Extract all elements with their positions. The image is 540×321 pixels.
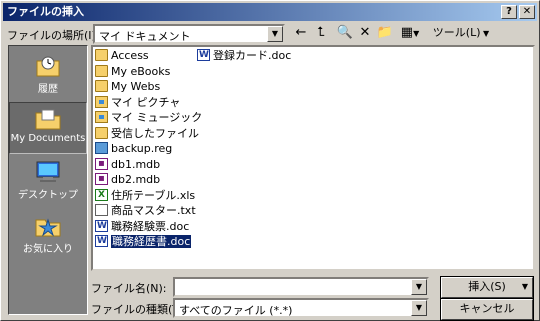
file-list-item[interactable]: 職務経歴書.doc — [95, 233, 192, 250]
pic-file-icon — [95, 111, 108, 123]
xls-file-icon — [95, 187, 108, 203]
delete-icon[interactable]: ✕ — [355, 24, 375, 42]
file-list-item[interactable]: 登録カード.doc — [197, 47, 292, 64]
up-folder-icon[interactable]: ⮤ — [311, 24, 331, 42]
tools-menu[interactable]: ツール(L) ▼ — [429, 24, 493, 42]
file-name: 受信したファイル — [111, 126, 199, 140]
my-documents-icon — [35, 109, 61, 130]
mdb-file-icon — [95, 156, 108, 172]
txt-file-icon — [95, 204, 108, 216]
file-list-item[interactable]: マイ ミュージック — [95, 110, 202, 126]
file-name: Access — [111, 49, 149, 62]
views-icon[interactable]: ▦▼ — [397, 24, 423, 42]
place-my-documents[interactable]: My Documents — [9, 102, 87, 154]
places-bar: 履歴 My Documents デスクトップ お気に入り — [8, 45, 88, 315]
desktop-icon — [36, 161, 60, 182]
file-name: backup.reg — [111, 142, 173, 155]
lookin-label: ファイルの場所(I): — [7, 29, 100, 42]
favorites-icon — [35, 218, 61, 237]
help-button[interactable]: ? — [501, 5, 517, 19]
file-list-item[interactable]: 住所テーブル.xls — [95, 187, 196, 204]
folder-file-icon — [95, 64, 108, 77]
chevron-down-icon[interactable]: ▼ — [267, 26, 283, 42]
file-list-item[interactable]: My eBooks — [95, 64, 170, 80]
file-list-item[interactable]: 商品マスター.txt — [95, 203, 196, 219]
title-bar: ファイルの挿入 ? ✕ — [3, 3, 537, 21]
file-name: My Webs — [111, 80, 161, 93]
folder-file-icon — [95, 49, 108, 61]
file-list[interactable]: Access My eBooks My Webs マイ ピクチャマイ ミュージック 受信… — [91, 45, 535, 271]
file-name: 登録カード.doc — [213, 49, 292, 62]
new-folder-icon[interactable]: 📁 — [375, 24, 395, 42]
filetype-value: すべてのファイル (*.*) — [179, 304, 293, 317]
file-list-item[interactable]: Access — [95, 48, 149, 64]
file-name: db1.mdb — [111, 157, 161, 171]
filename-input[interactable]: ▼ — [173, 277, 429, 297]
file-list-item[interactable]: マイ ピクチャ — [95, 95, 180, 111]
file-list-item[interactable]: My Webs — [95, 79, 160, 95]
history-icon — [36, 56, 60, 77]
place-history[interactable]: 履歴 — [9, 50, 87, 102]
file-name: My eBooks — [111, 64, 171, 78]
doc-file-icon — [95, 218, 108, 234]
mdb-file-icon — [95, 171, 108, 187]
search-web-icon[interactable]: 🔍 — [335, 24, 355, 42]
reg-file-icon — [95, 142, 108, 154]
pic-file-icon — [95, 95, 108, 108]
file-name: マイ ピクチャ — [111, 95, 181, 109]
file-list-item[interactable]: 受信したファイル — [95, 126, 199, 142]
close-button[interactable]: ✕ — [519, 5, 535, 19]
place-favorites[interactable]: お気に入り — [9, 210, 87, 262]
filename-label: ファイル名(N): — [91, 282, 167, 295]
place-desktop[interactable]: デスクトップ — [9, 156, 87, 208]
lookin-value: マイ ドキュメント — [99, 30, 191, 43]
file-name: 住所テーブル.xls — [111, 188, 196, 202]
doc-file-icon — [95, 233, 108, 249]
folder-file-icon — [95, 126, 108, 139]
chevron-down-icon[interactable]: ▼ — [411, 300, 427, 316]
file-name: マイ ミュージック — [111, 111, 203, 124]
file-name: 職務経験票.doc — [111, 219, 190, 233]
file-list-item[interactable]: backup.reg — [95, 141, 172, 157]
chevron-down-icon[interactable]: ▼ — [411, 279, 427, 295]
folder-file-icon — [95, 80, 108, 92]
chevron-down-icon[interactable]: ▼ — [522, 278, 528, 295]
file-list-item[interactable]: 職務経験票.doc — [95, 218, 190, 235]
file-insert-dialog: ファイルの挿入 ? ✕ ファイルの場所(I): マイ ドキュメント ▼ ← ⮤ … — [0, 0, 540, 321]
filetype-select[interactable]: すべてのファイル (*.*) ▼ — [173, 298, 429, 318]
file-name: db2.mdb — [111, 173, 161, 186]
lookin-combo[interactable]: マイ ドキュメント ▼ — [93, 24, 285, 44]
insert-button[interactable]: 挿入(S) ▼ — [440, 276, 534, 299]
doc-file-icon — [197, 47, 210, 63]
file-name: 商品マスター.txt — [111, 204, 196, 217]
cancel-button[interactable]: キャンセル — [440, 298, 534, 321]
file-name: 職務経歴書.doc — [111, 235, 192, 248]
window-title: ファイルの挿入 — [7, 5, 84, 18]
back-arrow-icon[interactable]: ← — [291, 24, 311, 42]
